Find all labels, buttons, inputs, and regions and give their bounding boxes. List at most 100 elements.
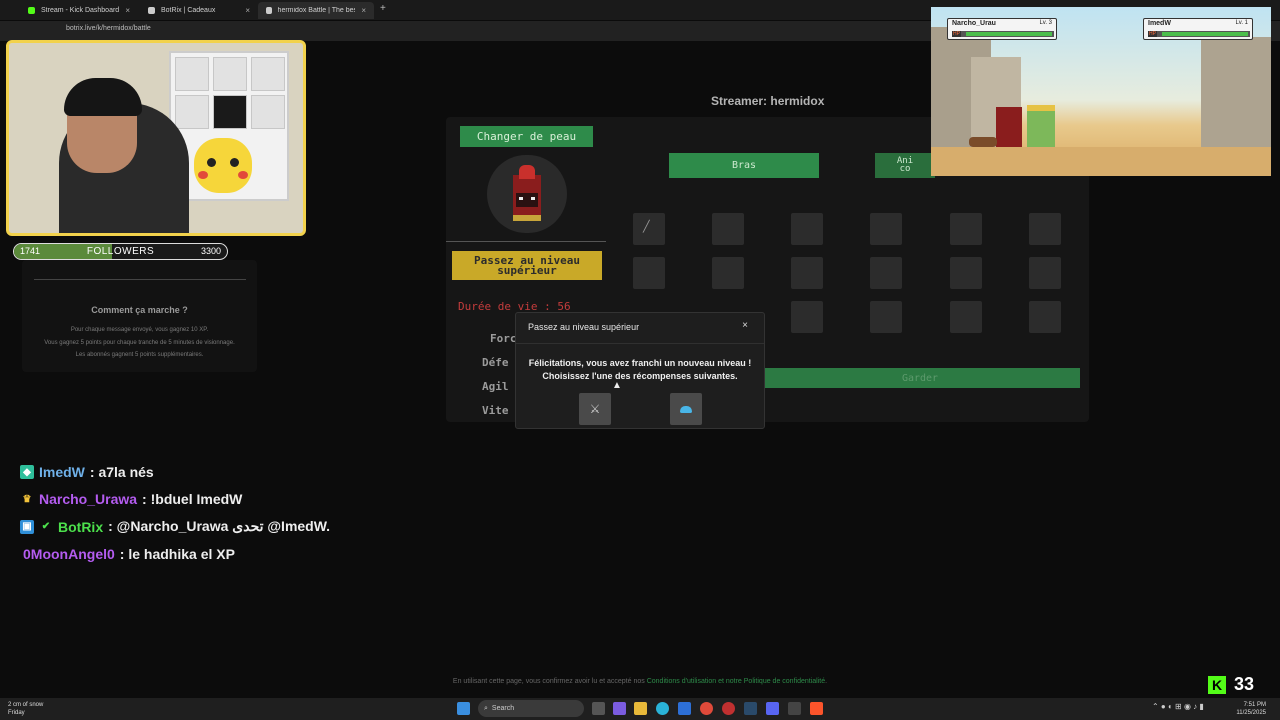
botrix-favicon-icon: [266, 7, 272, 14]
helmet-icon: [680, 405, 692, 413]
tab-title: hermidox Battle | The best Chat: [277, 7, 356, 14]
close-tab-icon[interactable]: ×: [245, 6, 250, 15]
inventory-slot[interactable]: [633, 257, 665, 289]
modal-title: Passez au niveau supérieur: [528, 322, 640, 332]
terms-link[interactable]: Conditions d'utilisation et notre Politi…: [647, 678, 825, 685]
store-icon[interactable]: [678, 702, 691, 715]
level-up-label: supérieur: [497, 264, 557, 277]
close-tab-icon[interactable]: ×: [125, 6, 130, 15]
viewer-count: 33: [1234, 674, 1255, 694]
player2-hp-track: HP: [1148, 31, 1250, 37]
how-it-works-title: Comment ça marche ?: [91, 305, 188, 315]
change-skin-button[interactable]: Changer de peau: [460, 126, 593, 147]
clock-time: 7:51 PM: [1243, 702, 1266, 708]
pikachu-plush-image: [194, 138, 252, 193]
inventory-slot[interactable]: [791, 301, 823, 333]
search-placeholder: Search: [491, 705, 515, 712]
bot-badge-icon: ▣: [20, 519, 34, 534]
task-view-icon[interactable]: [592, 702, 605, 715]
level-up-button[interactable]: Passez au niveau supérieur: [452, 251, 602, 280]
streamer-label: Streamer: hermidox: [711, 94, 825, 108]
chat-username[interactable]: Narcho_Urawa: [39, 491, 137, 507]
taskbar-search[interactable]: ⌕ Search: [478, 700, 584, 717]
tab-botrix-cadeaux[interactable]: BotRix | Cadeaux ×: [140, 2, 258, 19]
chat-text: : le hadhika el XP: [119, 546, 235, 562]
badge-icon: ◆: [20, 465, 34, 479]
discord-icon[interactable]: [766, 702, 779, 715]
inventory-slot[interactable]: [950, 213, 982, 245]
reward-option-hat[interactable]: [670, 393, 702, 425]
stat-agility: Agil: [482, 380, 509, 393]
tab-arms[interactable]: Bras: [669, 153, 819, 178]
clock-date: 11/25/2025: [1236, 710, 1266, 716]
chrome-icon[interactable]: [700, 702, 713, 715]
inventory-slot[interactable]: [712, 213, 744, 245]
chat-username[interactable]: BotRix: [58, 519, 103, 535]
tab-kick-dashboard[interactable]: Stream - Kick Dashboard ×: [20, 2, 138, 19]
tab-animations[interactable]: Ani co: [875, 153, 935, 178]
weather-day: Friday: [8, 710, 25, 716]
taskbar-clock[interactable]: 7:51 PM 11/25/2025: [1236, 701, 1266, 717]
inventory-slot[interactable]: ╱: [633, 213, 665, 245]
inventory-slot[interactable]: [950, 301, 982, 333]
inventory-slot[interactable]: [1029, 213, 1061, 245]
weather-widget[interactable]: 2 cm of snow Friday: [8, 701, 43, 717]
stat-force: Forc: [490, 332, 517, 345]
kick-viewer-counter: K 33: [1208, 674, 1254, 695]
close-icon[interactable]: ×: [742, 320, 748, 331]
system-tray-icons[interactable]: ⌃ ● ◐ ⊞ ◉ ♪ ▮: [1152, 702, 1204, 711]
inventory-slot[interactable]: [950, 257, 982, 289]
app-icon[interactable]: [613, 702, 626, 715]
weather-text: 2 cm of snow: [8, 702, 44, 708]
kick-logo-icon: K: [1208, 675, 1226, 694]
divider: [34, 279, 246, 280]
keep-button[interactable]: Garder: [760, 368, 1080, 388]
edge-icon[interactable]: [656, 702, 669, 715]
player2-hp-bar: [1162, 32, 1249, 36]
footer-text: En utilisant cette page, vous confirmez …: [452, 678, 645, 685]
webcam-overlay: [6, 40, 306, 236]
app-icon[interactable]: [722, 702, 735, 715]
windows-start-icon[interactable]: [457, 702, 470, 715]
inventory-slot[interactable]: [712, 257, 744, 289]
chat-username[interactable]: ImedW: [39, 464, 85, 480]
followers-goal-bar: 1741 FOLLOWERS 3300: [13, 243, 228, 260]
close-tab-icon[interactable]: ×: [361, 6, 366, 15]
how-line: Pour chaque message envoyé, vous gagnez …: [70, 327, 209, 333]
chat-message: ♛ Narcho_Urawa : !bduel ImedW: [20, 491, 243, 507]
hp-label: HP: [1148, 31, 1157, 37]
inventory-slot[interactable]: [870, 301, 902, 333]
steam-icon[interactable]: [744, 702, 757, 715]
inventory-slot[interactable]: [791, 257, 823, 289]
reward-option-sword[interactable]: ⚔: [579, 393, 611, 425]
player1-hp-bar: [966, 32, 1053, 36]
inventory-slot[interactable]: [870, 213, 902, 245]
inventory-slot[interactable]: [1029, 257, 1061, 289]
stat-defense: Défe: [482, 356, 509, 369]
inventory-slot[interactable]: [791, 213, 823, 245]
app-icon[interactable]: [788, 702, 801, 715]
footer-suffix: .: [825, 678, 828, 685]
inventory-slot[interactable]: [870, 257, 902, 289]
chat-text: : !bduel ImedW: [142, 491, 243, 507]
chat-message: 0MoonAngel0 : le hadhika el XP: [23, 546, 235, 562]
file-explorer-icon[interactable]: [634, 702, 647, 715]
how-line: Vous gagnez 5 points pour chaque tranche…: [44, 340, 235, 346]
tab-hermidox-battle[interactable]: hermidox Battle | The best Chat ×: [258, 2, 374, 19]
player2-name: ImedW: [1148, 20, 1171, 27]
battle-game-overlay: Narcho_Urau Lv. 3 HP ImedW Lv. 1 HP: [931, 7, 1271, 176]
windows-taskbar: 2 cm of snow Friday ⌕ Search ⌃ ● ◐ ⊞ ◉ ♪…: [0, 698, 1280, 720]
url-text[interactable]: botrix.live/k/hermidox/battle: [66, 25, 151, 32]
player1-hp-track: HP: [952, 31, 1054, 37]
cliff-image: [1201, 37, 1271, 147]
level-up-modal: Passez au niveau supérieur × Félicitatio…: [515, 312, 765, 429]
botrix-favicon-icon: [148, 7, 155, 14]
player2-level: Lv. 1: [1235, 20, 1248, 26]
creature-image: [969, 137, 997, 147]
player2-character-image: [1027, 105, 1055, 147]
chat-username[interactable]: 0MoonAngel0: [23, 546, 115, 562]
followers-goal: 3300: [200, 246, 221, 256]
new-tab-icon[interactable]: +: [380, 3, 386, 14]
inventory-slot[interactable]: [1029, 301, 1061, 333]
brave-icon[interactable]: [810, 702, 823, 715]
